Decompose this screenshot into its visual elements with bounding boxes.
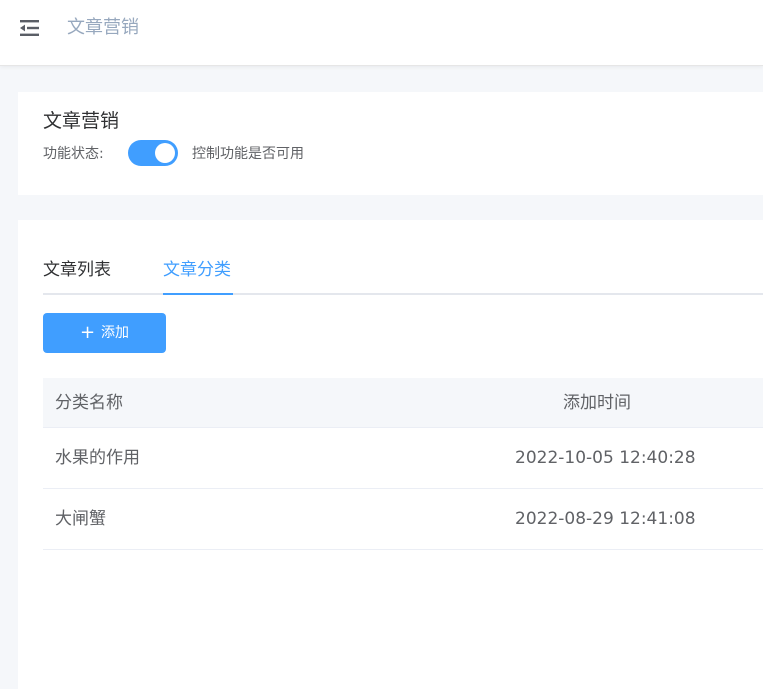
cell-category-name: 大闸蟹 [55,509,106,529]
tab-article-list[interactable]: 文章列表 [43,258,111,282]
plus-icon: + [79,322,96,343]
add-button-label: 添加 [101,325,130,341]
column-header-time: 添加时间 [563,393,631,413]
top-navbar: 文章营销 [0,0,763,66]
menu-fold-icon[interactable] [20,19,40,37]
status-description: 控制功能是否可用 [192,146,304,162]
status-label: 功能状态: [43,146,104,162]
column-header-name: 分类名称 [55,393,123,413]
feature-title: 文章营销 [43,110,120,132]
feature-status-card: 文章营销 功能状态: 控制功能是否可用 [18,92,763,195]
table-row[interactable]: 大闸蟹 2022-08-29 12:41:08 [43,489,763,550]
category-table: 分类名称 添加时间 水果的作用 2022-10-05 12:40:28 大闸蟹 … [43,378,763,550]
tabs-bar: 文章列表 文章分类 [43,253,763,295]
table-header: 分类名称 添加时间 [43,378,763,428]
cell-category-name: 水果的作用 [55,448,140,468]
cell-added-time: 2022-08-29 12:41:08 [515,509,696,529]
switch-knob [155,143,175,163]
add-button[interactable]: + 添加 [43,313,166,353]
active-tab-indicator [163,293,233,295]
article-category-card: 文章列表 文章分类 + 添加 分类名称 添加时间 水果的作用 2022-10-05… [18,220,763,689]
feature-status-switch[interactable] [128,140,178,166]
cell-added-time: 2022-10-05 12:40:28 [515,448,696,468]
tab-article-category[interactable]: 文章分类 [163,258,231,282]
table-row[interactable]: 水果的作用 2022-10-05 12:40:28 [43,428,763,489]
breadcrumb: 文章营销 [67,17,139,38]
